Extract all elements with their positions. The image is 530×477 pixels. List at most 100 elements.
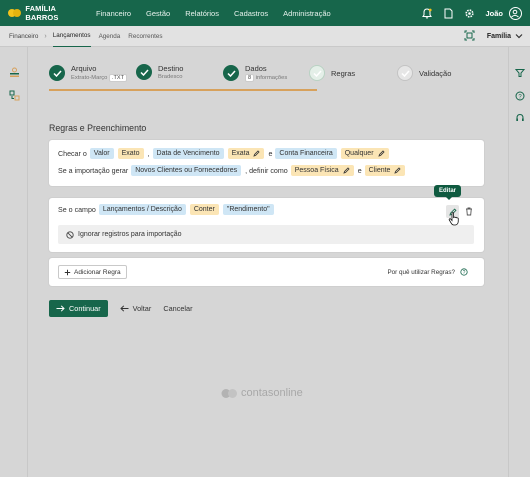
pencil-icon: [253, 150, 261, 157]
why-rules-link[interactable]: Por quê utilizar Regras? ?: [387, 268, 468, 276]
define-text: , definir como: [245, 166, 288, 175]
step-sub: informações: [255, 75, 288, 81]
trash-icon: [465, 207, 472, 216]
edit-tooltip: Editar: [434, 185, 462, 200]
logo-icon: [8, 8, 21, 18]
add-rule-card: Adicionar Regra Por quê utilizar Regras?…: [49, 258, 484, 286]
step-label: Arquivo: [71, 64, 97, 73]
nav-gestao[interactable]: Gestão: [146, 9, 170, 18]
footer-logo: contasonline: [221, 387, 303, 399]
import-stepper: Arquivo Extrato-Março .TXT Destino Brade…: [49, 60, 484, 91]
rule-row: Se o campo Lançamentos / Descrição Conte…: [58, 204, 278, 215]
breadcrumb-financeiro[interactable]: Financeiro: [9, 33, 38, 40]
chip-valor[interactable]: Valor: [89, 148, 114, 159]
back-button[interactable]: Voltar: [119, 304, 152, 313]
add-rule-label: Adicionar Regra: [74, 268, 121, 276]
chip-conta-financeira[interactable]: Conta Financeira: [275, 148, 337, 159]
step-destino[interactable]: Destino Bradesco: [136, 64, 183, 80]
ignore-option[interactable]: Ignorar registros para importação: [58, 225, 474, 244]
avatar[interactable]: [509, 6, 522, 20]
sub-nav-bar: Financeiro › Lançamentos Agenda Recorren…: [0, 26, 530, 47]
chip-novos-clientes[interactable]: Novos Clientes ou Fornecedores: [131, 165, 242, 176]
rule-card: Se o campo Lançamentos / Descrição Conte…: [49, 198, 484, 252]
add-rule-button[interactable]: Adicionar Regra: [58, 265, 127, 279]
family-selector[interactable]: Família: [487, 33, 511, 40]
block-icon: [66, 230, 74, 239]
separator-text: ,: [147, 149, 150, 158]
rule-text: Se o campo: [58, 205, 96, 214]
chip-rendimento[interactable]: "Rendimento": [222, 204, 274, 215]
why-rules-label: Por quê utilizar Regras?: [387, 268, 455, 276]
scan-icon[interactable]: [464, 30, 475, 43]
step-regras[interactable]: Regras: [309, 65, 355, 81]
check-icon: [136, 64, 152, 80]
check-row: Checar o Valor Exato , Data de Venciment…: [58, 148, 393, 159]
money-icon[interactable]: [9, 67, 20, 78]
left-sidebar: [0, 47, 28, 477]
connector-text: e: [357, 166, 362, 175]
arrow-left-icon: [119, 305, 129, 312]
right-sidebar: ?: [508, 47, 530, 477]
section-title: Regras e Preenchimento: [49, 123, 147, 133]
transfer-icon[interactable]: [9, 90, 20, 101]
document-icon[interactable]: [442, 7, 454, 19]
bell-icon[interactable]: [421, 7, 433, 19]
nav-financeiro[interactable]: Financeiro: [96, 9, 131, 18]
chip-exato[interactable]: Exato: [117, 148, 144, 159]
nav-relatorios[interactable]: Relatórios: [185, 9, 219, 18]
nav-cadastros[interactable]: Cadastros: [234, 9, 268, 18]
headset-icon[interactable]: [514, 112, 525, 123]
help-icon: ?: [460, 268, 468, 276]
chip-label: Exata: [231, 150, 250, 157]
footer-brand: contasonline: [241, 387, 303, 399]
form-actions: Continuar Voltar Cancelar: [49, 300, 193, 317]
nav-administracao[interactable]: Administração: [283, 9, 331, 18]
step-sub: Extrato-Março: [71, 75, 108, 81]
filter-icon[interactable]: [514, 67, 525, 78]
check-icon: [309, 65, 325, 81]
chip-label: Pessoa Física: [294, 167, 339, 174]
tab-recorrentes[interactable]: Recorrentes: [128, 26, 162, 47]
chip-lancamentos-descricao[interactable]: Lançamentos / Descrição: [98, 204, 186, 215]
chip-conter[interactable]: Conter: [189, 204, 219, 215]
step-arquivo[interactable]: Arquivo Extrato-Março .TXT: [49, 64, 127, 82]
brand-logo[interactable]: FAMÍLIA BARROS: [8, 4, 88, 22]
user-name[interactable]: João: [485, 9, 503, 18]
chip-data-vencimento[interactable]: Data de Vencimento: [152, 148, 224, 159]
chevron-down-icon[interactable]: [515, 32, 523, 41]
step-validacao[interactable]: Validação: [397, 65, 451, 81]
ignore-text: Ignorar registros para importação: [78, 231, 182, 238]
step-label: Destino: [158, 64, 184, 73]
top-bar: FAMÍLIA BARROS Financeiro Gestão Relatór…: [0, 0, 530, 26]
global-rules-card: Checar o Valor Exato , Data de Venciment…: [49, 140, 484, 186]
chevron-right-icon: ›: [44, 32, 47, 40]
pencil-icon: [343, 167, 350, 174]
step-label: Validação: [419, 68, 452, 78]
tab-agenda[interactable]: Agenda: [99, 26, 121, 47]
pencil-icon: [377, 150, 385, 157]
chip-cliente[interactable]: Cliente: [364, 165, 406, 176]
hand-cursor-icon: [448, 212, 459, 226]
help-icon[interactable]: ?: [514, 90, 525, 101]
tab-lancamentos[interactable]: Lançamentos: [52, 26, 91, 47]
contasonline-logo-icon: [221, 388, 237, 398]
step-dados[interactable]: Dados 8 informações: [223, 64, 287, 82]
check-icon: [397, 65, 413, 81]
connector-text: e: [268, 149, 273, 158]
chip-qualquer[interactable]: Qualquer: [340, 148, 389, 159]
file-type-badge: .TXT: [109, 74, 127, 82]
gear-icon[interactable]: [463, 7, 475, 19]
chip-label: Qualquer: [344, 150, 374, 157]
back-label: Voltar: [132, 304, 152, 313]
chip-pessoa-fisica[interactable]: Pessoa Física: [290, 165, 354, 176]
cancel-button[interactable]: Cancelar: [163, 304, 192, 313]
step-label: Dados: [245, 64, 267, 73]
chip-exata[interactable]: Exata: [227, 148, 265, 159]
delete-rule-button[interactable]: [463, 206, 474, 217]
check-icon: [49, 65, 65, 81]
continue-button[interactable]: Continuar: [49, 300, 108, 317]
arrow-right-icon: [56, 305, 65, 312]
import-text: Se a importação gerar: [58, 166, 129, 175]
chip-label: Cliente: [368, 167, 391, 174]
brand-name: FAMÍLIA BARROS: [25, 4, 59, 22]
